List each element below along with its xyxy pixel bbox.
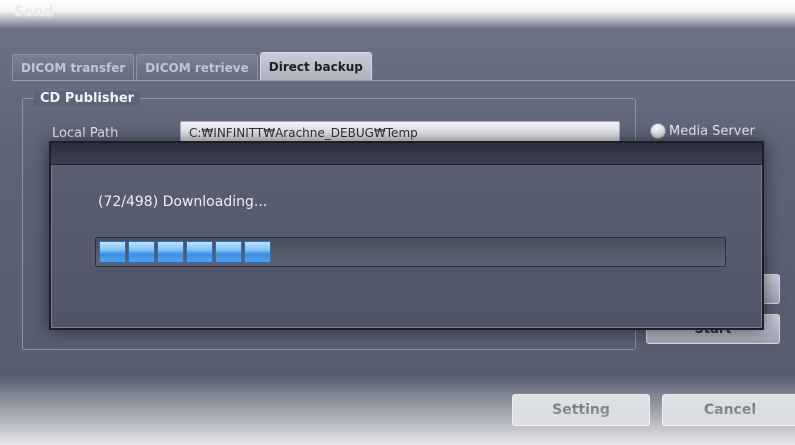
progress-bar <box>95 237 726 267</box>
media-server-radio[interactable] <box>650 123 666 139</box>
window-title: Send <box>14 4 54 20</box>
local-path-label: Local Path <box>52 126 119 141</box>
progress-header <box>51 143 762 165</box>
progress-fill <box>99 241 271 263</box>
title-bar: Send <box>0 0 795 28</box>
progress-status-text: (72/498) Downloading... <box>98 194 268 210</box>
progress-segment <box>128 241 155 263</box>
tab-dicom-retrieve[interactable]: DICOM retrieve <box>136 54 258 80</box>
tab-dicom-transfer[interactable]: DICOM transfer <box>12 54 135 80</box>
tab-bar: DICOM transfer DICOM retrieve Direct bac… <box>12 52 372 80</box>
media-server-option[interactable]: Media Server <box>650 123 755 139</box>
tab-direct-backup[interactable]: Direct backup <box>259 52 372 80</box>
cd-publisher-legend: CD Publisher <box>34 91 141 106</box>
progress-segment <box>186 241 213 263</box>
progress-segment <box>244 241 271 263</box>
setting-button[interactable]: Setting <box>512 394 650 426</box>
cancel-button[interactable]: Cancel <box>662 394 795 426</box>
progress-dialog: (72/498) Downloading... <box>49 141 764 330</box>
progress-segment <box>99 241 126 263</box>
progress-segment <box>157 241 184 263</box>
progress-segment <box>215 241 242 263</box>
media-server-label: Media Server <box>669 123 755 139</box>
